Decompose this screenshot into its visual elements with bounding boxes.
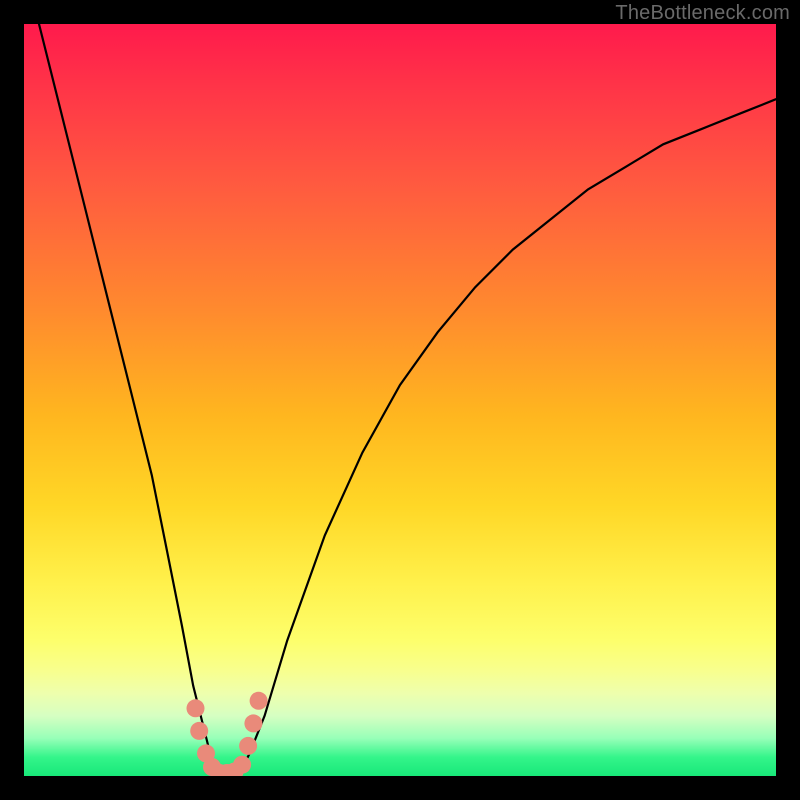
marker-dot: [190, 722, 208, 740]
plot-area: [24, 24, 776, 776]
marker-dot: [233, 756, 251, 774]
bottleneck-curve: [24, 24, 776, 776]
marker-dot: [239, 737, 257, 755]
curve-line: [39, 24, 776, 776]
highlight-dots: [187, 692, 268, 776]
marker-dot: [244, 714, 262, 732]
watermark-text: TheBottleneck.com: [615, 2, 790, 25]
marker-dot: [187, 699, 205, 717]
chart-frame: TheBottleneck.com: [0, 0, 800, 800]
marker-dot: [250, 692, 268, 710]
